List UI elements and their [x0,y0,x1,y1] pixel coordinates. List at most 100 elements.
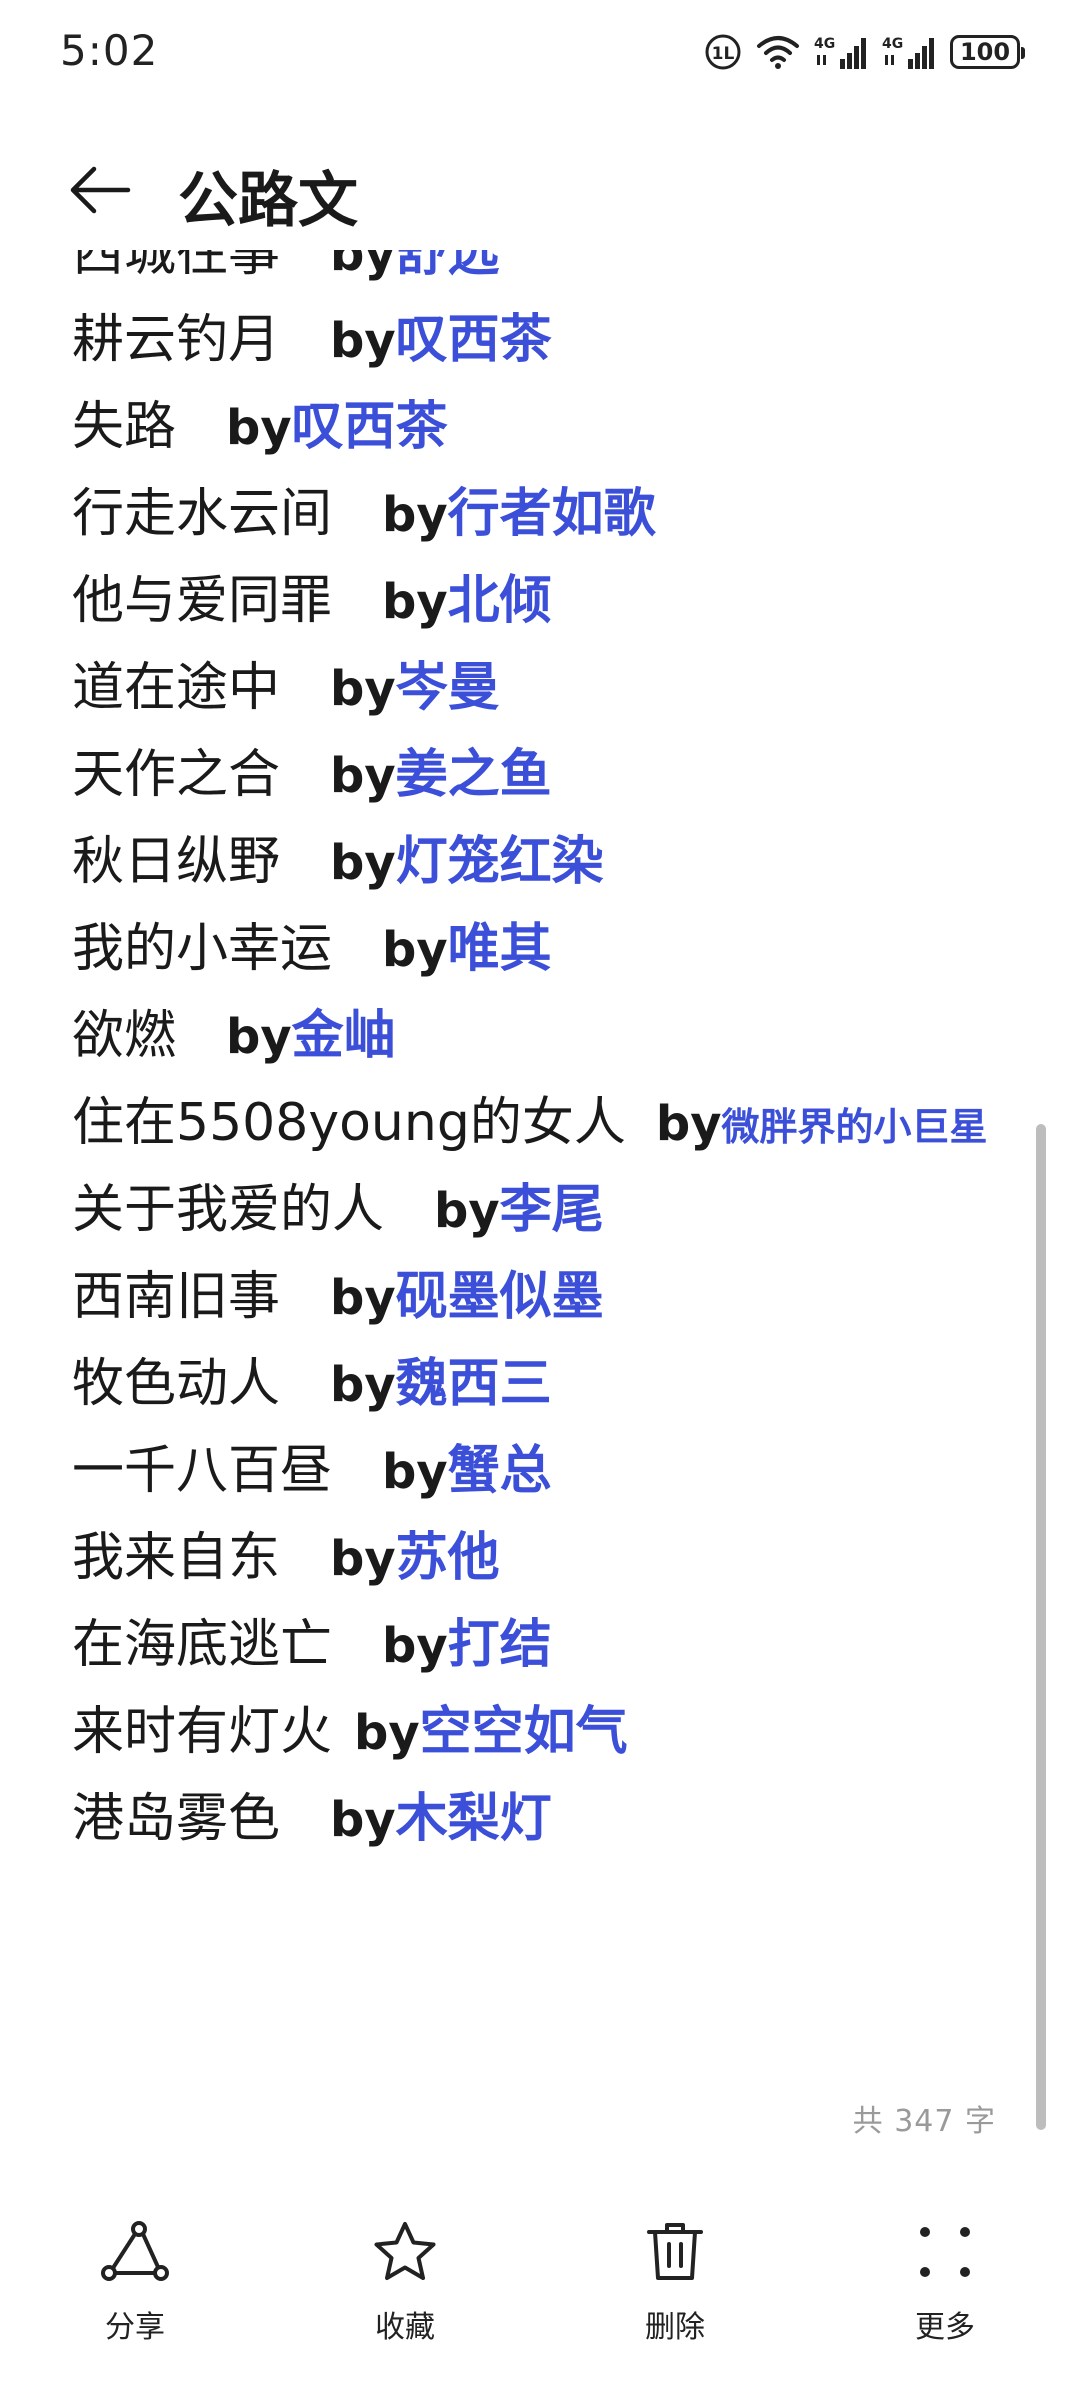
by-label: by [226,400,292,456]
by-label: by [330,661,396,717]
book-title: 我的小幸运 [72,919,333,979]
scrollbar[interactable] [1036,1124,1046,2130]
list-item: 在海底逃亡 by打结 [72,1602,988,1689]
book-title: 天作之合 [72,745,281,805]
by-label: by [382,1444,448,1500]
author-name: 打结 [447,1615,552,1675]
by-label: by [330,835,396,891]
share-label: 分享 [105,2310,165,2345]
list-item: 失路 by叹西茶 [72,384,988,471]
book-title: 西城往事 [72,250,281,283]
by-label: by [226,1009,292,1065]
status-bar: 5:02 1L 4G 4G 100 [0,0,1080,110]
author-name: 北倾 [447,571,552,631]
more-button[interactable]: 更多 [845,2190,1045,2382]
book-list: 西城往事 by舒远 耕云钓月 by叹西茶 失路 by叹西茶 行走水云间 by行者如歌 他… [72,250,988,1863]
book-title: 我来自东 [72,1528,281,1588]
book-title: 失路 [72,397,177,457]
book-title: 来时有灯火 [72,1702,333,1762]
share-icon [99,2216,171,2288]
list-item: 住在5508young的女人 by微胖界的小巨星 [72,1080,988,1167]
title-bar: 公路文 [0,130,1080,250]
more-label: 更多 [915,2310,975,2345]
list-item: 道在途中 by岑曼 [72,645,988,732]
status-time: 5:02 [60,26,159,75]
list-item: 欲燃 by金岫 [72,993,988,1080]
book-title: 他与爱同罪 [72,571,333,631]
author-name: 微胖界的小巨星 [721,1105,988,1149]
share-button[interactable]: 分享 [35,2190,235,2382]
by-label: by [382,922,448,978]
author-name: 苏他 [395,1528,500,1588]
book-title: 道在途中 [72,658,281,718]
note-content[interactable]: 西城往事 by舒远 耕云钓月 by叹西茶 失路 by叹西茶 行走水云间 by行者如歌 他… [0,250,1080,2100]
book-title: 耕云钓月 [72,310,281,370]
word-count: 共 347 字 [852,2104,996,2139]
favorite-label: 收藏 [375,2310,435,2345]
by-label: by [330,748,396,804]
wifi-icon [756,34,800,70]
network-label-2: 4G [882,36,903,52]
author-name: 蟹总 [447,1441,552,1501]
list-item: 行走水云间 by行者如歌 [72,471,988,558]
by-label: by [330,1270,396,1326]
by-label: by [330,1357,396,1413]
cellular-signal-icon-2: 4G [882,33,936,71]
list-item: 他与爱同罪 by北倾 [72,558,988,645]
arrow-left-icon [70,166,131,214]
list-item: 牧色动人 by魏西三 [72,1341,988,1428]
book-title: 秋日纵野 [72,832,281,892]
author-name: 金岫 [291,1006,396,1066]
list-item: 一千八百昼 by蟹总 [72,1428,988,1515]
author-name: 空空如气 [419,1702,628,1762]
by-label: by [382,574,448,630]
author-name: 叹西茶 [395,310,552,370]
hd-voice-icon: 1L [704,33,742,71]
book-title: 关于我爱的人 [72,1180,385,1240]
more-dots-icon [909,2216,981,2288]
book-title: 牧色动人 [72,1354,281,1414]
battery-icon: 100 [950,35,1025,69]
by-label: by [330,250,396,282]
list-item: 我的小幸运 by唯其 [72,906,988,993]
author-name: 岑曼 [395,658,500,718]
network-label: 4G [814,36,835,52]
list-item: 耕云钓月 by叹西茶 [72,297,988,384]
status-icons: 1L 4G 4G 100 [704,30,1025,74]
by-label: by [655,1096,722,1152]
book-title: 在海底逃亡 [72,1615,333,1675]
back-button[interactable] [60,150,140,230]
author-name: 李尾 [499,1180,604,1240]
favorite-button[interactable]: 收藏 [305,2190,505,2382]
by-label: by [382,1618,448,1674]
by-label: by [330,1792,396,1848]
book-title: 住在5508young的女人 [72,1093,626,1153]
by-label: by [382,487,448,543]
list-item: 西南旧事 by砚墨似墨 [72,1254,988,1341]
list-item: 港岛雾色 by木梨灯 [72,1776,988,1863]
author-name: 姜之鱼 [395,745,552,805]
bottom-action-bar: 分享 收藏 删除 更多 [0,2190,1080,2382]
by-label: by [354,1705,420,1761]
star-icon [369,2216,441,2288]
page-title: 公路文 [178,166,358,236]
list-item: 秋日纵野 by灯笼红染 [72,819,988,906]
book-title: 欲燃 [72,1006,177,1066]
author-name: 魏西三 [395,1354,552,1414]
svg-text:1L: 1L [712,44,735,64]
author-name: 叹西茶 [291,397,448,457]
delete-button[interactable]: 删除 [575,2190,775,2382]
book-title: 港岛雾色 [72,1789,281,1849]
list-item: 关于我爱的人 by李尾 [72,1167,988,1254]
author-name: 砚墨似墨 [395,1267,604,1327]
list-item: 天作之合 by姜之鱼 [72,732,988,819]
cellular-signal-icon: 4G [814,33,868,71]
book-title: 行走水云间 [72,484,333,544]
author-name: 灯笼红染 [395,832,604,892]
trash-icon [639,2216,711,2288]
by-label: by [330,1531,396,1587]
by-label: by [330,313,396,369]
author-name: 唯其 [447,919,552,979]
delete-label: 删除 [645,2310,705,2345]
list-item: 我来自东 by苏他 [72,1515,988,1602]
